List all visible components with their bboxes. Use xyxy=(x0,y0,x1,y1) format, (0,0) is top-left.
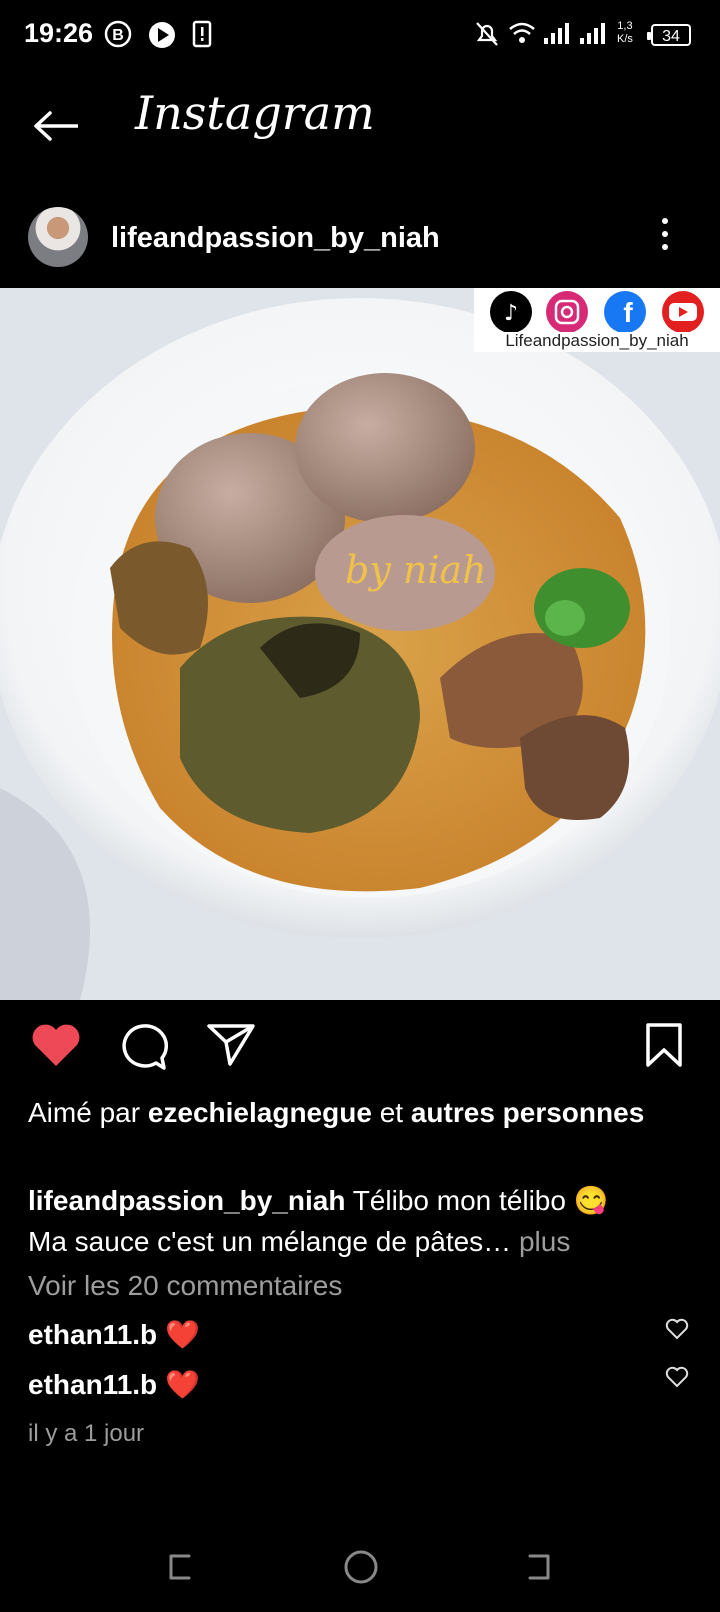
back-nav-icon[interactable] xyxy=(522,1550,556,1584)
liked-by-user[interactable]: ezechielagnegue xyxy=(148,1097,372,1128)
comment-username[interactable]: ethan11.b xyxy=(28,1319,157,1350)
post-image[interactable]: ♪ f Lifeandpassion_by_niah by niah xyxy=(0,288,720,1000)
watermark: by niah xyxy=(345,548,487,592)
phone-alert-icon xyxy=(192,20,212,48)
comment-text: ❤️ xyxy=(164,1369,200,1400)
view-comments-link[interactable]: Voir les 20 commentaires xyxy=(28,1270,342,1302)
signal-icon-1 xyxy=(544,23,569,44)
battery-icon: 34 xyxy=(647,24,691,46)
liked-by-text[interactable]: Aimé par ezechielagnegue et autres perso… xyxy=(28,1094,698,1132)
food-photo-illustration xyxy=(0,288,720,1000)
comment-like-icon[interactable] xyxy=(665,1318,689,1340)
signal-icon-2 xyxy=(580,23,605,44)
app-title: Instagram xyxy=(135,86,375,140)
comment-row: ethan11.b ❤️ xyxy=(28,1368,200,1401)
caption-text: Télibo mon télibo 😋 xyxy=(352,1185,609,1216)
caption-username[interactable]: lifeandpassion_by_niah xyxy=(28,1185,345,1216)
svg-text:f: f xyxy=(623,297,633,328)
social-banner: ♪ f Lifeandpassion_by_niah xyxy=(474,288,720,352)
comment-row: ethan11.b ❤️ xyxy=(28,1318,200,1351)
svg-text:B: B xyxy=(112,27,124,44)
caption[interactable]: lifeandpassion_by_niah Télibo mon télibo… xyxy=(28,1180,698,1262)
system-nav-bar xyxy=(0,1540,720,1600)
play-app-icon xyxy=(149,22,175,48)
more-options-icon[interactable] xyxy=(662,218,672,257)
liked-by-others[interactable]: autres personnes xyxy=(411,1097,644,1128)
network-speed: 1,3 K/s xyxy=(617,20,633,46)
b-app-icon: B xyxy=(104,20,132,48)
post-time-ago: il y a 1 jour xyxy=(28,1420,145,1447)
mute-bell-icon xyxy=(476,22,498,46)
svg-text:♪: ♪ xyxy=(504,301,518,326)
net-speed-value: 1,3 xyxy=(617,20,633,32)
recents-icon[interactable] xyxy=(163,1550,197,1584)
status-time: 19:26 xyxy=(24,18,94,48)
avatar[interactable] xyxy=(28,207,88,267)
post-username[interactable]: lifeandpassion_by_niah xyxy=(111,222,440,255)
comment-text: ❤️ xyxy=(164,1319,200,1350)
like-heart-icon[interactable] xyxy=(30,1022,82,1068)
liked-by-mid: et xyxy=(379,1097,404,1128)
caption-more-link[interactable]: plus xyxy=(519,1226,570,1257)
home-icon[interactable] xyxy=(342,1548,380,1586)
comment-icon[interactable] xyxy=(118,1022,168,1072)
comment-username[interactable]: ethan11.b xyxy=(28,1369,157,1400)
banner-handle: Lifeandpassion_by_niah xyxy=(505,331,689,350)
caption-line2: Ma sauce c'est un mélange de pâtes… xyxy=(28,1226,512,1257)
net-speed-unit: K/s xyxy=(617,33,633,45)
share-icon[interactable] xyxy=(206,1022,256,1066)
back-arrow-icon[interactable] xyxy=(32,110,80,142)
save-bookmark-icon[interactable] xyxy=(644,1022,684,1068)
social-icons: ♪ f xyxy=(490,291,704,332)
status-bar: 19:26 B 1,3 K/s 34 xyxy=(0,0,720,70)
wifi-icon xyxy=(509,22,535,43)
comment-like-icon[interactable] xyxy=(665,1366,689,1388)
liked-by-prefix: Aimé par xyxy=(28,1097,141,1128)
